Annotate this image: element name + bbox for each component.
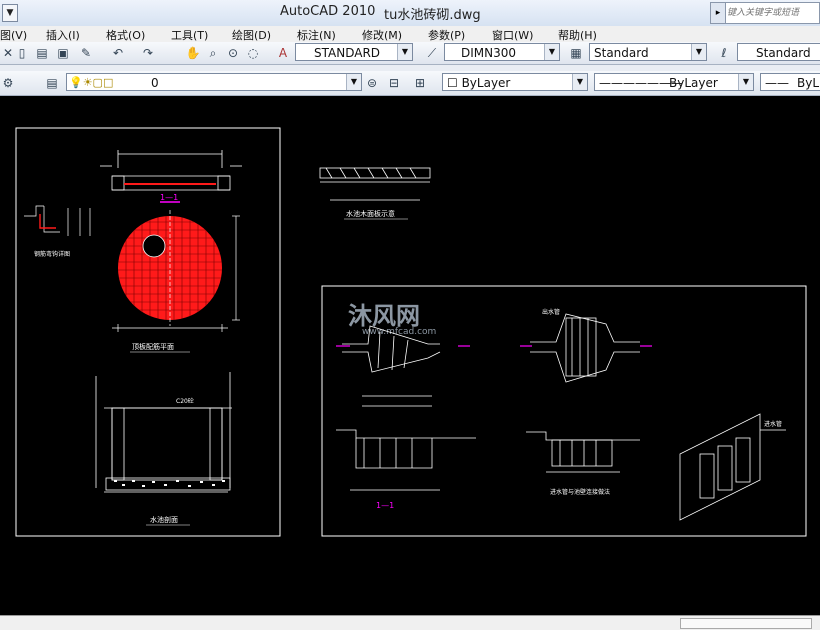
- text-style-icon[interactable]: A: [275, 45, 291, 61]
- lineweight-select[interactable]: —— ByL: [760, 73, 820, 91]
- menu-dimension[interactable]: 标注(N): [297, 27, 336, 43]
- color-select[interactable]: ☐ ByLayer ▼: [442, 73, 588, 91]
- menu-draw[interactable]: 绘图(D): [232, 27, 271, 43]
- color-value: ByLayer: [461, 76, 511, 90]
- dim-style-icon[interactable]: ⟋: [424, 45, 440, 61]
- watermark-brand: 沐风网: [348, 302, 420, 330]
- file-name: tu水池砖砌.dwg: [384, 8, 481, 23]
- drawing-canvas[interactable]: 1—1 顶板配筋平面 钢筋弯钩详图 C20砼 水池剖面 水池木面板示意 沐风网 …: [0, 96, 820, 615]
- chevron-down-icon[interactable]: ▼: [691, 44, 706, 60]
- table-style-select[interactable]: Standard ▼: [589, 43, 707, 61]
- layers-toolbar: ⚙ ▤ 💡☀▢□ 0 ▼ ⊜ ⊟ ⊞ ☐ ByLayer ▼ ——————— B…: [0, 71, 820, 96]
- chevron-down-icon[interactable]: ▼: [544, 44, 559, 60]
- left-sheet-frame: [15, 127, 281, 537]
- layer-previous-icon[interactable]: ⊟: [386, 75, 402, 91]
- zoom-realtime-icon[interactable]: ⌕: [205, 45, 221, 61]
- layer-select[interactable]: 💡☀▢□ 0 ▼: [66, 73, 362, 91]
- chevron-down-icon[interactable]: ▼: [397, 44, 412, 60]
- multileader-style-icon[interactable]: ℓ: [716, 45, 732, 61]
- zoom-window-icon[interactable]: ⊙: [225, 45, 241, 61]
- inlet-label: 进水管: [764, 420, 782, 428]
- multileader-style-select[interactable]: Standard: [737, 43, 820, 61]
- tank-section: [95, 372, 232, 493]
- detail-title: 钢筋弯钩详图: [34, 250, 70, 258]
- watermark-url: www.mfcad.com: [362, 327, 436, 337]
- layer-properties-icon[interactable]: ⚙: [0, 75, 16, 91]
- chevron-down-icon[interactable]: ▼: [738, 74, 753, 90]
- menu-parametric[interactable]: 参数(P): [428, 27, 465, 43]
- make-current-layer-icon[interactable]: ⊜: [364, 75, 380, 91]
- system-menu-button[interactable]: ▼: [2, 4, 18, 22]
- title-bar: ▼ AutoCAD 2010 tu水池砖砌.dwg ▸: [0, 0, 820, 27]
- menu-format[interactable]: 格式(O): [106, 27, 145, 43]
- table-style-icon[interactable]: ▦: [568, 45, 584, 61]
- status-bar: [0, 615, 820, 630]
- redo-icon[interactable]: ↷: [140, 45, 156, 61]
- text-style-select[interactable]: STANDARD ▼: [295, 43, 413, 61]
- app-title: AutoCAD 2010: [280, 4, 376, 19]
- menu-modify[interactable]: 修改(M): [362, 27, 402, 43]
- linetype-value: ByLayer: [669, 76, 718, 90]
- top-slab-detail: [319, 167, 431, 201]
- chevron-down-icon[interactable]: ▼: [572, 74, 587, 90]
- menu-window[interactable]: 窗口(W): [492, 27, 533, 43]
- search-input[interactable]: [727, 5, 817, 20]
- plan-title: 顶板配筋平面: [132, 342, 174, 351]
- menu-bar: 图(V) 插入(I) 格式(O) 工具(T) 绘图(D) 标注(N) 修改(M)…: [0, 26, 820, 42]
- left-section-mark: 1—1: [160, 193, 178, 202]
- hook-detail: [24, 205, 91, 236]
- menu-view[interactable]: 图(V): [0, 27, 27, 43]
- paste-icon[interactable]: ▤: [34, 45, 50, 61]
- outlet-section-caption: 进水管与池壁连接做法: [550, 488, 610, 496]
- chevron-down-icon[interactable]: ▼: [346, 74, 361, 90]
- outlet-section: [526, 431, 640, 473]
- help-search-box[interactable]: ▸: [710, 2, 820, 24]
- cad-drawing: 1—1 顶板配筋平面 钢筋弯钩详图 C20砼 水池剖面 水池木面板示意 沐风网 …: [15, 127, 807, 537]
- lineweight-value: ByL: [797, 76, 820, 90]
- slab-detail-title: 水池木面板示意: [346, 209, 395, 218]
- undo-icon[interactable]: ↶: [110, 45, 126, 61]
- cover-label: C20砼: [176, 397, 194, 405]
- inlet-section: [336, 429, 476, 491]
- menu-insert[interactable]: 插入(I): [46, 27, 80, 43]
- section-hatch: [114, 480, 225, 487]
- dim-style-select[interactable]: DIMN300 ▼: [444, 43, 560, 61]
- menu-tools[interactable]: 工具(T): [171, 27, 208, 43]
- layer-manager-icon[interactable]: ▤: [44, 75, 60, 91]
- isometric-wall: [679, 413, 786, 521]
- section-title: 水池剖面: [150, 515, 178, 524]
- search-arrow-icon[interactable]: ▸: [711, 3, 726, 23]
- outlet-plan: [530, 313, 640, 383]
- open-icon[interactable]: ▯: [14, 45, 30, 61]
- zoom-previous-icon[interactable]: ◌: [245, 45, 261, 61]
- linetype-select[interactable]: ——————— ByLayer ▼: [594, 73, 754, 91]
- outlet-label: 出水管: [542, 308, 560, 316]
- match-properties-icon[interactable]: ▣: [55, 45, 71, 61]
- standard-toolbar: ✕ ▯ ▤ ▣ ✎ ↶ ↷ ✋ ⌕ ⊙ ◌ A STANDARD ▼ ⟋ DIM…: [0, 42, 820, 65]
- layer-states-icon[interactable]: ⊞: [412, 75, 428, 91]
- bulb-icon: 💡☀▢□: [69, 76, 114, 89]
- menu-help[interactable]: 帮助(H): [558, 27, 597, 43]
- horizontal-scrollbar[interactable]: [680, 618, 812, 629]
- pan-icon[interactable]: ✋: [185, 45, 201, 61]
- right-section-mark: 1—1: [376, 501, 394, 510]
- brush-icon[interactable]: ✎: [78, 45, 94, 61]
- manhole-opening: [142, 234, 166, 258]
- inlet-plan: [342, 325, 441, 407]
